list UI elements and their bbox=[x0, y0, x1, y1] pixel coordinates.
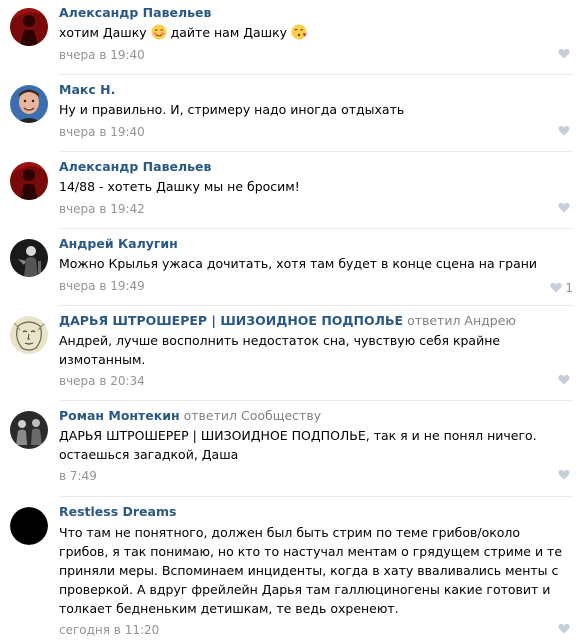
comment-item: Андрей Калугин Можно Крылья ужаса дочита… bbox=[0, 235, 583, 305]
comment-item: ДАРЬЯ ШТРОШЕРЕР | ШИЗОИДНОЕ ПОДПОЛЬЕ отв… bbox=[0, 312, 583, 402]
comment-author[interactable]: Роман Монтекин bbox=[59, 408, 180, 423]
like-button[interactable] bbox=[558, 48, 573, 59]
comment-text-part: дайте нам Дашку bbox=[170, 25, 292, 40]
comment-date[interactable]: вчера в 19:40 bbox=[59, 48, 145, 62]
comment-item: Restless Dreams Что там не понятного, до… bbox=[0, 503, 583, 642]
comment-date[interactable]: вчера в 19:42 bbox=[59, 202, 145, 216]
avatar[interactable] bbox=[10, 239, 48, 277]
avatar[interactable] bbox=[10, 8, 48, 46]
divider bbox=[59, 496, 573, 497]
comment-text-part: хотим Дашку bbox=[59, 25, 151, 40]
comment-item: Александр Павельев 14/88 - хотеть Дашку … bbox=[0, 158, 583, 228]
comment-date[interactable]: вчера в 20:34 bbox=[59, 374, 145, 388]
bw-photo-avatar-icon bbox=[10, 411, 48, 449]
black-circle-avatar-icon bbox=[10, 507, 48, 545]
reply-prefix: ответил bbox=[179, 408, 241, 423]
comment-text: 14/88 - хотеть Дашку мы не бросим! bbox=[59, 179, 300, 194]
heart-icon bbox=[558, 469, 570, 480]
heart-icon bbox=[558, 125, 570, 135]
like-button[interactable] bbox=[558, 202, 573, 213]
comment-author[interactable]: Макс Н. bbox=[59, 82, 115, 97]
like-button[interactable] bbox=[558, 374, 573, 385]
avatar[interactable] bbox=[10, 316, 48, 354]
kissing-heart-emoji-icon bbox=[291, 24, 307, 40]
comment-item: Александр Павельев хотим Дашку дайте нам… bbox=[0, 4, 583, 74]
comment-date[interactable]: вчера в 19:40 bbox=[59, 125, 145, 139]
comment-author[interactable]: Restless Dreams bbox=[59, 504, 176, 519]
heart-icon bbox=[558, 48, 570, 58]
comment-author[interactable]: Александр Павельев bbox=[59, 159, 211, 174]
reply-prefix: ответил bbox=[403, 313, 465, 328]
avatar[interactable] bbox=[10, 162, 48, 200]
heart-icon bbox=[558, 374, 570, 385]
comment-text: Андрей, лучше восполнить недостаток сна,… bbox=[59, 333, 501, 367]
comments-feed: Александр Павельев хотим Дашку дайте нам… bbox=[0, 0, 583, 642]
comment-text: хотим Дашку дайте нам Дашку bbox=[59, 24, 573, 43]
red-figure-avatar-icon bbox=[10, 162, 48, 200]
like-button[interactable]: 1 bbox=[550, 279, 573, 297]
comment-date[interactable]: вчера в 19:49 bbox=[59, 279, 145, 293]
reply-target-link[interactable]: Андрею bbox=[464, 313, 516, 328]
comment-author[interactable]: ДАРЬЯ ШТРОШЕРЕР | ШИЗОИДНОЕ ПОДПОЛЬЕ bbox=[59, 313, 403, 328]
divider bbox=[59, 305, 573, 306]
comment-text: Можно Крылья ужаса дочитать, хотя там бу… bbox=[59, 256, 538, 271]
comment-author[interactable]: Александр Павельев bbox=[59, 5, 211, 20]
heart-icon bbox=[558, 202, 570, 212]
avatar[interactable] bbox=[10, 411, 48, 449]
dark-figure-avatar-icon bbox=[10, 239, 48, 277]
reply-target-link[interactable]: Сообществу bbox=[241, 408, 321, 423]
divider bbox=[59, 228, 573, 229]
divider bbox=[59, 74, 573, 75]
divider bbox=[59, 400, 573, 401]
divider bbox=[59, 151, 573, 152]
comment-text: Что там не понятного, должен был быть ст… bbox=[59, 525, 563, 616]
comment-date[interactable]: сегодня в 11:20 bbox=[59, 623, 159, 637]
like-count: 1 bbox=[565, 280, 573, 295]
comment-item: Роман Монтекин ответил Сообществу ДАРЬЯ … bbox=[0, 407, 583, 497]
sketch-face-avatar-icon bbox=[10, 316, 48, 354]
heart-icon bbox=[550, 282, 562, 293]
smiling-blush-emoji-icon bbox=[151, 24, 167, 40]
comment-text: ДАРЬЯ ШТРОШЕРЕР | ШИЗОИДНОЕ ПОДПОЛЬЕ, та… bbox=[59, 428, 537, 462]
man-portrait-avatar-icon bbox=[10, 85, 48, 123]
red-figure-avatar-icon bbox=[10, 8, 48, 46]
comment-item: Макс Н. Ну и правильно. И, стримеру надо… bbox=[0, 81, 583, 151]
like-button[interactable] bbox=[558, 623, 573, 634]
avatar[interactable] bbox=[10, 85, 48, 123]
comment-date[interactable]: в 7:49 bbox=[59, 469, 97, 483]
heart-icon bbox=[558, 623, 570, 634]
like-button[interactable] bbox=[558, 125, 573, 136]
comment-author[interactable]: Андрей Калугин bbox=[59, 236, 178, 251]
like-button[interactable] bbox=[558, 469, 573, 480]
comment-text: Ну и правильно. И, стримеру надо иногда … bbox=[59, 102, 405, 117]
avatar[interactable] bbox=[10, 507, 48, 545]
